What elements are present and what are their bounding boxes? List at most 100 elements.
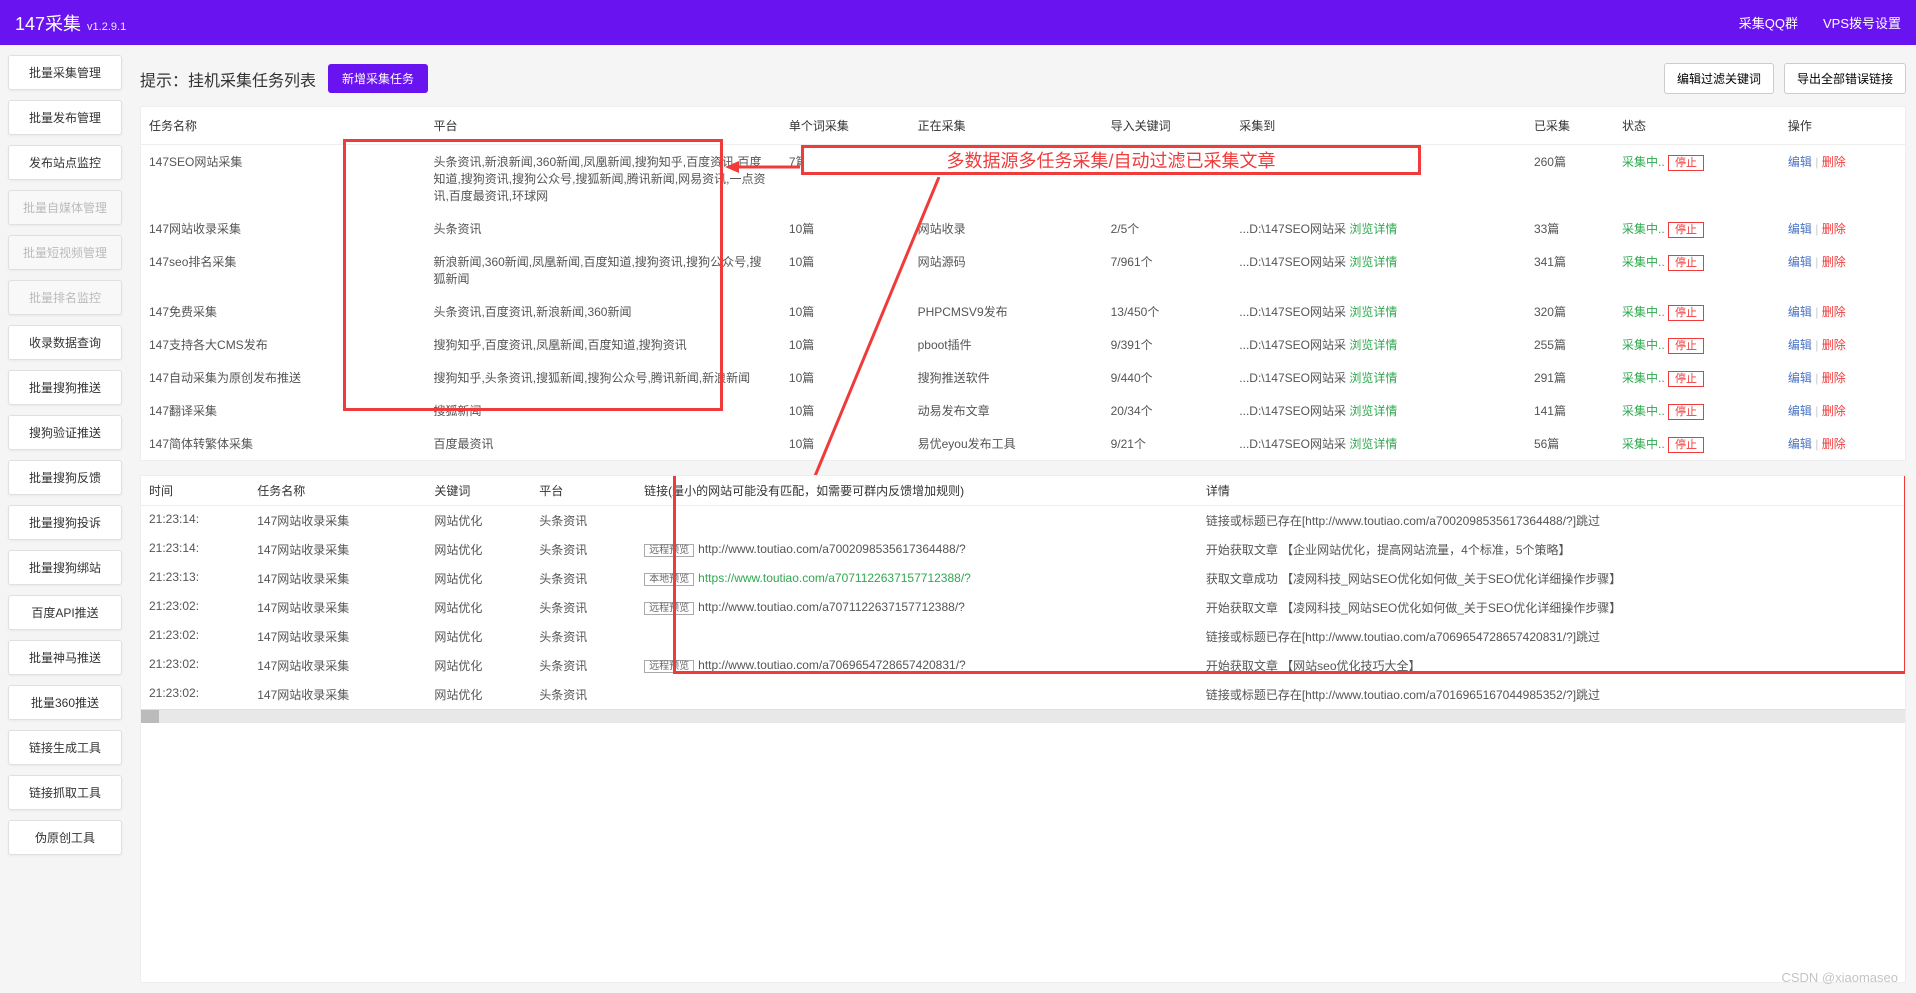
task-status: 采集中.. 停止	[1614, 295, 1780, 328]
log-link-cell	[636, 680, 1198, 709]
delete-link[interactable]: 删除	[1822, 155, 1846, 169]
sidebar-item-12[interactable]: 百度API推送	[8, 595, 122, 630]
sidebar-item-8[interactable]: 搜狗验证推送	[8, 415, 122, 450]
stop-button[interactable]: 停止	[1668, 437, 1704, 453]
qq-group-link[interactable]: 采集QQ群	[1739, 13, 1798, 32]
sidebar-item-13[interactable]: 批量神马推送	[8, 640, 122, 675]
edit-link[interactable]: 编辑	[1788, 404, 1812, 418]
task-name: 147支持各大CMS发布	[141, 328, 425, 361]
panel-title: 提示：挂机采集任务列表	[140, 67, 316, 91]
task-header-7: 状态	[1614, 107, 1780, 145]
log-link-cell	[636, 506, 1198, 536]
panel-header: 提示：挂机采集任务列表 新增采集任务 编辑过滤关键词 导出全部错误链接	[140, 55, 1906, 106]
log-platform: 头条资讯	[531, 535, 636, 564]
log-kw: 网站优化	[426, 506, 531, 536]
log-platform: 头条资讯	[531, 593, 636, 622]
edit-filter-button[interactable]: 编辑过滤关键词	[1664, 63, 1774, 94]
delete-link[interactable]: 删除	[1822, 338, 1846, 352]
task-header-0: 任务名称	[141, 107, 425, 145]
stop-button[interactable]: 停止	[1668, 222, 1704, 238]
view-detail-link[interactable]: 浏览详情	[1349, 305, 1397, 319]
delete-link[interactable]: 删除	[1822, 404, 1846, 418]
log-link[interactable]: http://www.toutiao.com/a7002098535617364…	[698, 542, 966, 556]
edit-link[interactable]: 编辑	[1788, 338, 1812, 352]
log-link[interactable]: http://www.toutiao.com/a7071122637157712…	[698, 600, 965, 614]
log-table: 时间任务名称关键词平台链接(量小的网站可能没有匹配，如需要可群内反馈增加规则)详…	[141, 476, 1905, 709]
stop-button[interactable]: 停止	[1668, 404, 1704, 420]
log-detail: 开始获取文章 【企业网站优化，提高网站流量，4个标准，5个策略】	[1198, 535, 1905, 564]
task-ops: 编辑 | 删除	[1780, 361, 1905, 394]
task-got: 33篇	[1526, 212, 1614, 245]
new-task-button[interactable]: 新增采集任务	[328, 64, 428, 93]
task-to: ...D:\147SEO网站采 浏览详情	[1231, 361, 1526, 394]
task-ops: 编辑 | 删除	[1780, 427, 1905, 460]
log-header-3: 平台	[531, 476, 636, 506]
sidebar-item-15[interactable]: 链接生成工具	[8, 730, 122, 765]
sidebar-item-1[interactable]: 批量发布管理	[8, 100, 122, 135]
stop-button[interactable]: 停止	[1668, 338, 1704, 354]
vps-settings-link[interactable]: VPS拨号设置	[1823, 13, 1901, 32]
edit-link[interactable]: 编辑	[1788, 437, 1812, 451]
watermark: CSDN @xiaomaseo	[1781, 970, 1898, 985]
view-detail-link[interactable]: 浏览详情	[1349, 338, 1397, 352]
horizontal-scrollbar[interactable]	[141, 709, 1905, 723]
task-platform: 头条资讯,新浪新闻,360新闻,凤凰新闻,搜狗知乎,百度资讯,百度知道,搜狗资讯…	[425, 145, 780, 213]
task-kw: 2/5个	[1103, 212, 1232, 245]
delete-link[interactable]: 删除	[1822, 255, 1846, 269]
task-ops: 编辑 | 删除	[1780, 295, 1905, 328]
preview-badge[interactable]: 远程预览	[644, 602, 694, 615]
edit-link[interactable]: 编辑	[1788, 255, 1812, 269]
task-platform: 搜狗知乎,头条资讯,搜狐新闻,搜狗公众号,腾讯新闻,新浪新闻	[425, 361, 780, 394]
edit-link[interactable]: 编辑	[1788, 155, 1812, 169]
sidebar-item-0[interactable]: 批量采集管理	[8, 55, 122, 90]
task-kw: 13/450个	[1103, 295, 1232, 328]
stop-button[interactable]: 停止	[1668, 155, 1704, 171]
stop-button[interactable]: 停止	[1668, 305, 1704, 321]
log-task: 147网站收录采集	[249, 506, 426, 536]
task-per: 10篇	[781, 245, 910, 295]
stop-button[interactable]: 停止	[1668, 371, 1704, 387]
edit-link[interactable]: 编辑	[1788, 305, 1812, 319]
edit-link[interactable]: 编辑	[1788, 371, 1812, 385]
sidebar-item-2[interactable]: 发布站点监控	[8, 145, 122, 180]
log-kw: 网站优化	[426, 564, 531, 593]
task-kw: 20/34个	[1103, 394, 1232, 427]
preview-badge[interactable]: 远程预览	[644, 544, 694, 557]
sidebar-item-14[interactable]: 批量360推送	[8, 685, 122, 720]
log-row: 21:23:14:147网站收录采集网站优化头条资讯远程预览http://www…	[141, 535, 1905, 564]
sidebar-item-9[interactable]: 批量搜狗反馈	[8, 460, 122, 495]
edit-link[interactable]: 编辑	[1788, 222, 1812, 236]
preview-badge[interactable]: 本地预览	[644, 573, 694, 586]
task-ops: 编辑 | 删除	[1780, 145, 1905, 213]
sidebar-item-17[interactable]: 伪原创工具	[8, 820, 122, 855]
task-ops: 编辑 | 删除	[1780, 394, 1905, 427]
task-got: 291篇	[1526, 361, 1614, 394]
view-detail-link[interactable]: 浏览详情	[1349, 255, 1397, 269]
log-link[interactable]: http://www.toutiao.com/a7069654728657420…	[698, 658, 966, 672]
task-table-container: 任务名称平台单个词采集正在采集导入关键词采集到已采集状态操作 147SEO网站采…	[140, 106, 1906, 461]
view-detail-link[interactable]: 浏览详情	[1349, 404, 1397, 418]
task-kw: 9/21个	[1103, 427, 1232, 460]
view-detail-link[interactable]: 浏览详情	[1349, 371, 1397, 385]
log-platform: 头条资讯	[531, 622, 636, 651]
log-link[interactable]: https://www.toutiao.com/a707112263715771…	[698, 571, 971, 585]
view-detail-link[interactable]: 浏览详情	[1349, 222, 1397, 236]
delete-link[interactable]: 删除	[1822, 305, 1846, 319]
delete-link[interactable]: 删除	[1822, 371, 1846, 385]
task-per: 10篇	[781, 295, 910, 328]
preview-badge[interactable]: 远程预览	[644, 660, 694, 673]
task-now: 搜狗推送软件	[910, 361, 1103, 394]
view-detail-link[interactable]: 浏览详情	[1349, 437, 1397, 451]
sidebar-item-6[interactable]: 收录数据查询	[8, 325, 122, 360]
sidebar-item-16[interactable]: 链接抓取工具	[8, 775, 122, 810]
delete-link[interactable]: 删除	[1822, 437, 1846, 451]
task-kw: 9/440个	[1103, 361, 1232, 394]
delete-link[interactable]: 删除	[1822, 222, 1846, 236]
stop-button[interactable]: 停止	[1668, 255, 1704, 271]
export-bad-links-button[interactable]: 导出全部错误链接	[1784, 63, 1906, 94]
sidebar-item-7[interactable]: 批量搜狗推送	[8, 370, 122, 405]
log-header-0: 时间	[141, 476, 249, 506]
sidebar-item-10[interactable]: 批量搜狗投诉	[8, 505, 122, 540]
sidebar-item-11[interactable]: 批量搜狗绑站	[8, 550, 122, 585]
task-name: 147简体转繁体采集	[141, 427, 425, 460]
